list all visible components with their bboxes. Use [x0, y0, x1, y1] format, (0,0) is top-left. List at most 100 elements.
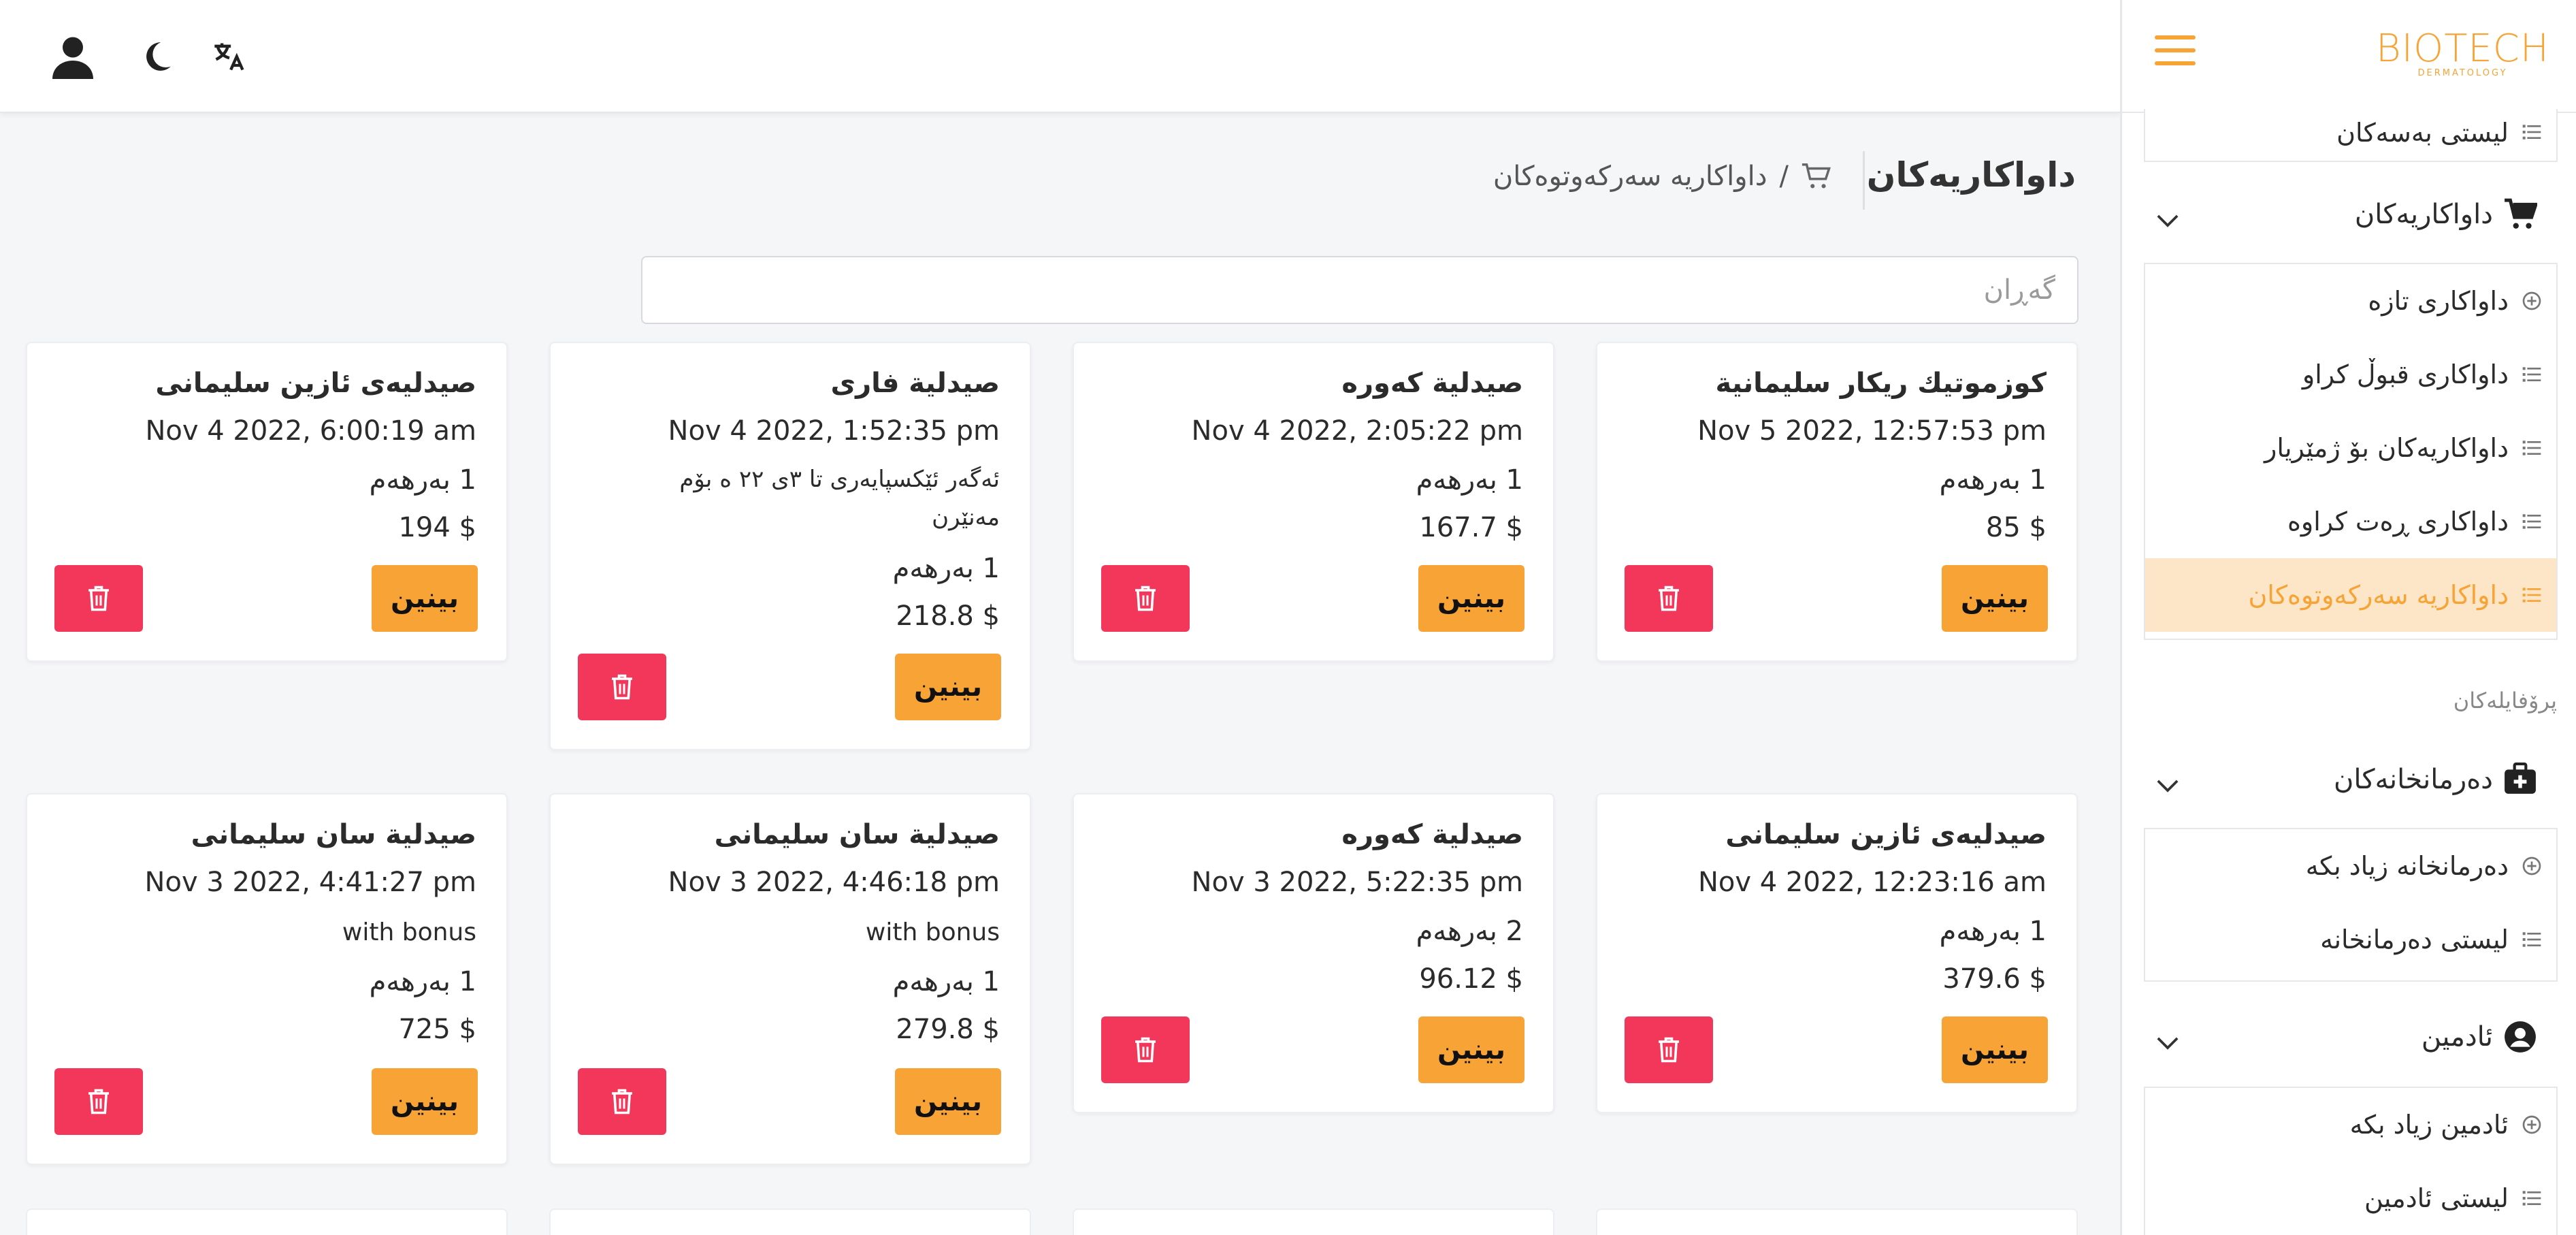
delete-button[interactable] — [1625, 565, 1713, 632]
order-item-count: 1 بەرهەم — [369, 966, 476, 997]
trash-icon — [88, 586, 109, 611]
order-pharmacy: صیدلیة کەوره — [1341, 819, 1523, 850]
delete-button[interactable] — [54, 1068, 143, 1135]
order-card-partial — [1073, 1208, 1554, 1235]
order-price: $ 85 — [1985, 512, 2047, 543]
order-date: Nov 3 2022, 4:41:27 pm — [144, 867, 476, 898]
search-input[interactable] — [641, 256, 2078, 324]
breadcrumb-current: داواکاریە سەرکەوتوەکان — [1493, 161, 1767, 192]
hamburger-menu-icon[interactable] — [2155, 35, 2196, 68]
plus-circle-icon — [2522, 856, 2541, 876]
delete-button[interactable] — [1625, 1016, 1713, 1083]
sidebar-item-new-order[interactable]: داواکاری تازە — [2145, 264, 2556, 338]
trash-icon — [1135, 586, 1156, 611]
chevron-down-icon[interactable] — [2156, 212, 2179, 229]
chevron-down-icon[interactable] — [2156, 1035, 2179, 1051]
order-price: $ 279.8 — [896, 1014, 1000, 1045]
order-price: $ 96.12 — [1419, 963, 1523, 995]
brand-logo[interactable]: BIOTECH DERMATOLOGY — [2375, 27, 2549, 79]
sidebar-item-add-pharmacy[interactable]: دەرمانخانە زیاد بکە — [2145, 829, 2556, 903]
trash-icon — [88, 1089, 109, 1114]
sidebar-item-label: داواکاریە سەرکەوتوەکان — [2248, 580, 2509, 610]
order-card: صیدلیة سان سلیمانی Nov 3 2022, 4:41:27 p… — [26, 793, 508, 1165]
user-icon[interactable] — [42, 26, 103, 87]
pharmacies-submenu: دەرمانخانە زیاد بکە لیستی دەرمانخانە — [2144, 828, 2558, 982]
cart-icon — [2505, 198, 2537, 229]
order-card: صیدلیەی ئازین سلیمانی Nov 4 2022, 6:00:1… — [26, 342, 508, 662]
sidebar-item-list-top[interactable]: لیستی بەسەکان — [2145, 109, 2556, 157]
list-icon — [2522, 125, 2541, 140]
brand-name: BIOTECH — [2375, 27, 2549, 71]
list-icon — [2522, 932, 2541, 947]
order-pharmacy: صیدلیة سان سلیمانی — [191, 819, 476, 850]
view-button[interactable]: بینین — [372, 1068, 478, 1135]
order-pharmacy: صیدلیەی ئازین سلیمانی — [155, 368, 476, 399]
sidebar-item-label: داواکاری تازە — [2368, 286, 2509, 316]
moon-icon[interactable] — [126, 26, 187, 87]
sidebar-group-pharmacies[interactable]: دەرمانخانەکان — [2122, 739, 2576, 821]
sidebar-item-pharmacy-list[interactable]: لیستی دەرمانخانە — [2145, 903, 2556, 976]
order-date: Nov 4 2022, 6:00:19 am — [145, 415, 476, 447]
sidebar-item-accountant-orders[interactable]: داواکاریەکان بۆ ژمێریار — [2145, 411, 2556, 485]
sidebar-item-label: داواکاری قبوڵ کراو — [2302, 359, 2509, 389]
brand-bar: BIOTECH DERMATOLOGY — [2122, 0, 2576, 113]
order-item-count: 1 بەرهەم — [892, 966, 1000, 997]
view-button[interactable]: بینین — [895, 1068, 1001, 1135]
order-item-count: 1 بەرهەم — [369, 464, 476, 496]
delete-button[interactable] — [578, 1068, 666, 1135]
view-button[interactable]: بینین — [1418, 1016, 1525, 1083]
chevron-down-icon[interactable] — [2156, 777, 2179, 794]
order-pharmacy: صیدلیة کەوره — [1341, 368, 1523, 399]
breadcrumb: / داواکاریە سەرکەوتوەکان — [1493, 161, 1832, 192]
user-circle-icon — [2505, 1021, 2536, 1053]
order-card: صیدلیة سان سلیمانی Nov 3 2022, 4:46:18 p… — [549, 793, 1031, 1165]
trash-icon — [612, 674, 632, 700]
order-price: $ 379.6 — [1942, 963, 2047, 995]
order-card-partial — [26, 1208, 508, 1235]
trash-icon — [1135, 1037, 1156, 1063]
sidebar-item-admin-list[interactable]: لیستی ئادمین — [2145, 1161, 2556, 1235]
title-divider — [1863, 151, 1865, 210]
sidebar-item-label: ئادمین زیاد بکە — [2349, 1110, 2509, 1140]
list-icon — [2522, 1191, 2541, 1206]
delete-button[interactable] — [578, 654, 666, 720]
translate-icon[interactable] — [199, 26, 260, 87]
sidebar-item-add-admin[interactable]: ئادمین زیاد بکە — [2145, 1088, 2556, 1161]
view-button[interactable]: بینین — [895, 654, 1001, 720]
order-item-count: 2 بەرهەم — [1416, 916, 1523, 947]
order-item-count: 1 بەرهەم — [1416, 464, 1523, 496]
view-button[interactable]: بینین — [372, 565, 478, 632]
order-item-count: 1 بەرهەم — [1939, 464, 2047, 496]
view-button[interactable]: بینین — [1942, 565, 2048, 632]
order-date: Nov 5 2022, 12:57:53 pm — [1697, 415, 2047, 447]
order-date: Nov 4 2022, 12:23:16 am — [1697, 867, 2047, 898]
sidebar-item-label: داواکاری ڕەت کراوە — [2287, 507, 2509, 536]
sidebar-item-label: لیستی ئادمین — [2364, 1183, 2509, 1213]
orders-submenu: داواکاری تازە داواکاری قبوڵ کراو داواکار… — [2144, 263, 2558, 640]
admins-submenu: ئادمین زیاد بکە لیستی ئادمین — [2144, 1087, 2558, 1235]
cart-outline-icon[interactable] — [1801, 161, 1832, 192]
breadcrumb-separator: / — [1779, 161, 1789, 192]
sidebar-group-orders[interactable]: داواکاریەکان — [2122, 174, 2576, 256]
sidebar-group-admins[interactable]: ئادمین — [2122, 997, 2576, 1078]
order-item-count: 1 بەرهەم — [892, 553, 1000, 584]
sidebar-section-profiles: پرۆفایلەکان — [2453, 688, 2557, 713]
order-price: $ 218.8 — [896, 600, 1000, 632]
list-icon — [2522, 440, 2541, 455]
order-note: with bonus — [342, 918, 476, 946]
sidebar-item-accepted-orders[interactable]: داواکاری قبوڵ کراو — [2145, 338, 2556, 411]
order-pharmacy: صیدلیەی ئازین سلیمانی — [1725, 819, 2047, 850]
delete-button[interactable] — [1101, 1016, 1190, 1083]
delete-button[interactable] — [54, 565, 143, 632]
trash-icon — [612, 1089, 632, 1114]
view-button[interactable]: بینین — [1942, 1016, 2048, 1083]
list-icon — [2522, 588, 2541, 603]
sidebar-item-successful-orders[interactable]: داواکاریە سەرکەوتوەکان — [2145, 558, 2556, 632]
delete-button[interactable] — [1101, 565, 1190, 632]
order-card: کوزموتیك ریكار سلیمانیة Nov 5 2022, 12:5… — [1596, 342, 2078, 662]
sidebar-group-label: دەرمانخانەکان — [2333, 764, 2493, 795]
sidebar-item-rejected-orders[interactable]: داواکاری ڕەت کراوە — [2145, 485, 2556, 558]
view-button[interactable]: بینین — [1418, 565, 1525, 632]
order-card: صیدلیەی ئازین سلیمانی Nov 4 2022, 12:23:… — [1596, 793, 2078, 1113]
page-title: داواکاریەکان — [1866, 155, 2076, 195]
